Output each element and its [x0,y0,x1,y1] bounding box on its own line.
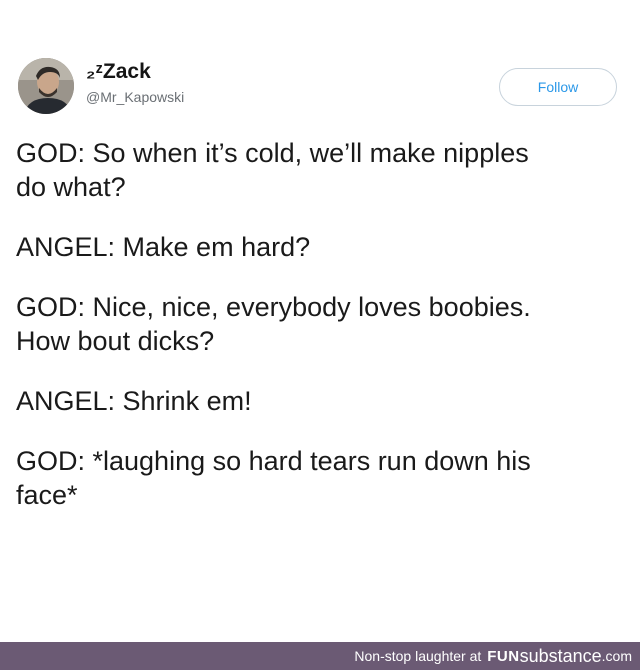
banner-brand-tld: .com [601,648,632,664]
tweet-line: GOD: So when it’s cold, we’ll make nippl… [16,138,529,168]
banner-tagline: Non-stop laughter at [354,648,482,664]
profile-photo-icon [18,58,74,114]
tweet-line: do what? [16,172,126,202]
tweet-line: face* [16,480,78,510]
tweet-line: How bout dicks? [16,326,215,356]
follow-button[interactable]: Follow [499,68,617,106]
tweet-paragraph: GOD: Nice, nice, everybody loves boobies… [16,290,628,358]
tweet-line: GOD: Nice, nice, everybody loves boobies… [16,292,531,322]
display-name[interactable]: ₂ᶻZack [86,60,184,84]
banner-brand-fun: FUN [487,647,520,665]
tweet-paragraph: GOD: So when it’s cold, we’ll make nippl… [16,136,628,204]
tweet-paragraph: ANGEL: Make em hard? [16,230,628,264]
tweet-line: ANGEL: Shrink em! [16,386,252,416]
tweet-line: GOD: *laughing so hard tears run down hi… [16,446,531,476]
avatar[interactable] [18,58,74,114]
tweet-paragraph: GOD: *laughing so hard tears run down hi… [16,444,628,512]
author-handle[interactable]: @Mr_Kapowski [86,88,184,106]
banner-brand-substance: substance [519,645,602,666]
tweet-paragraph: ANGEL: Shrink em! [16,384,628,418]
author-block: ₂ᶻZack @Mr_Kapowski [86,60,184,106]
tweet-card: ₂ᶻZack @Mr_Kapowski Follow GOD: So when … [0,0,640,642]
watermark-banner: Non-stop laughter at FUN substance .com [0,642,640,670]
tweet-line: ANGEL: Make em hard? [16,232,311,262]
tweet-text: GOD: So when it’s cold, we’ll make nippl… [16,136,628,538]
